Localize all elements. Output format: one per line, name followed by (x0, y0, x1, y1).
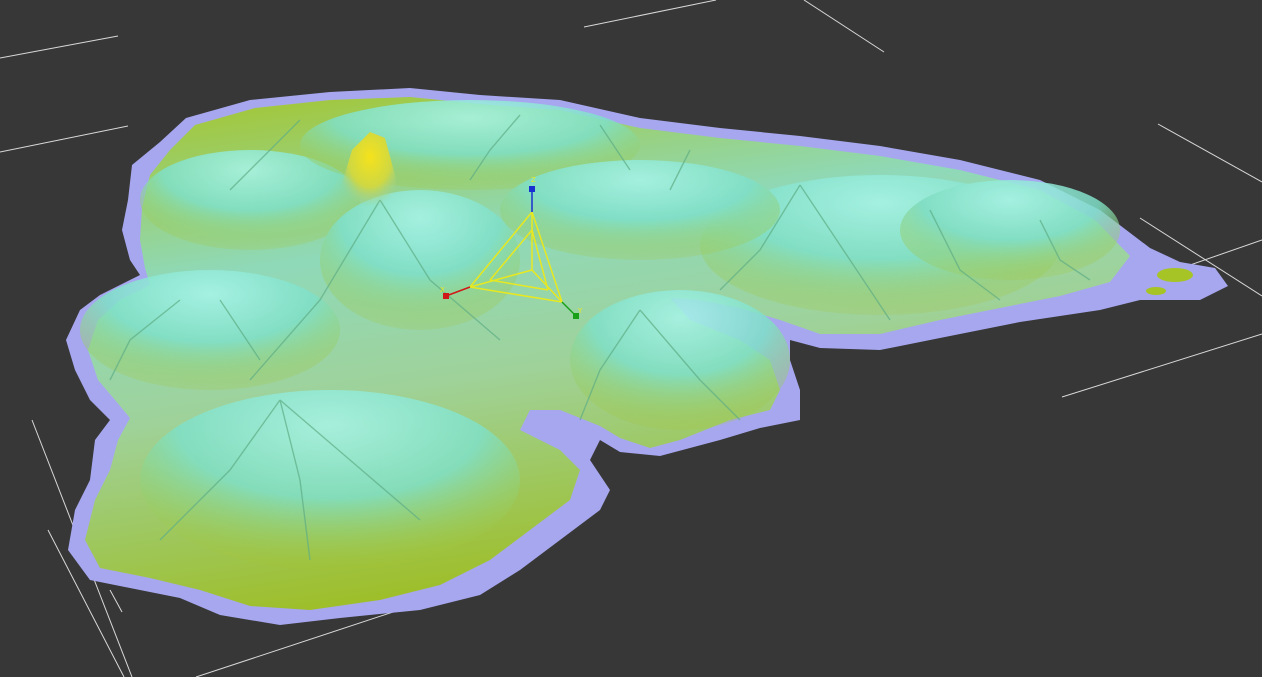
3d-viewport[interactable]: Z X Y (0, 0, 1262, 677)
gizmo-z-label: Z (531, 176, 536, 184)
gizmo-x-label: X (440, 286, 445, 294)
viewport-canvas[interactable]: Z X Y (0, 0, 1262, 677)
gizmo-y-label: Y (577, 307, 583, 315)
